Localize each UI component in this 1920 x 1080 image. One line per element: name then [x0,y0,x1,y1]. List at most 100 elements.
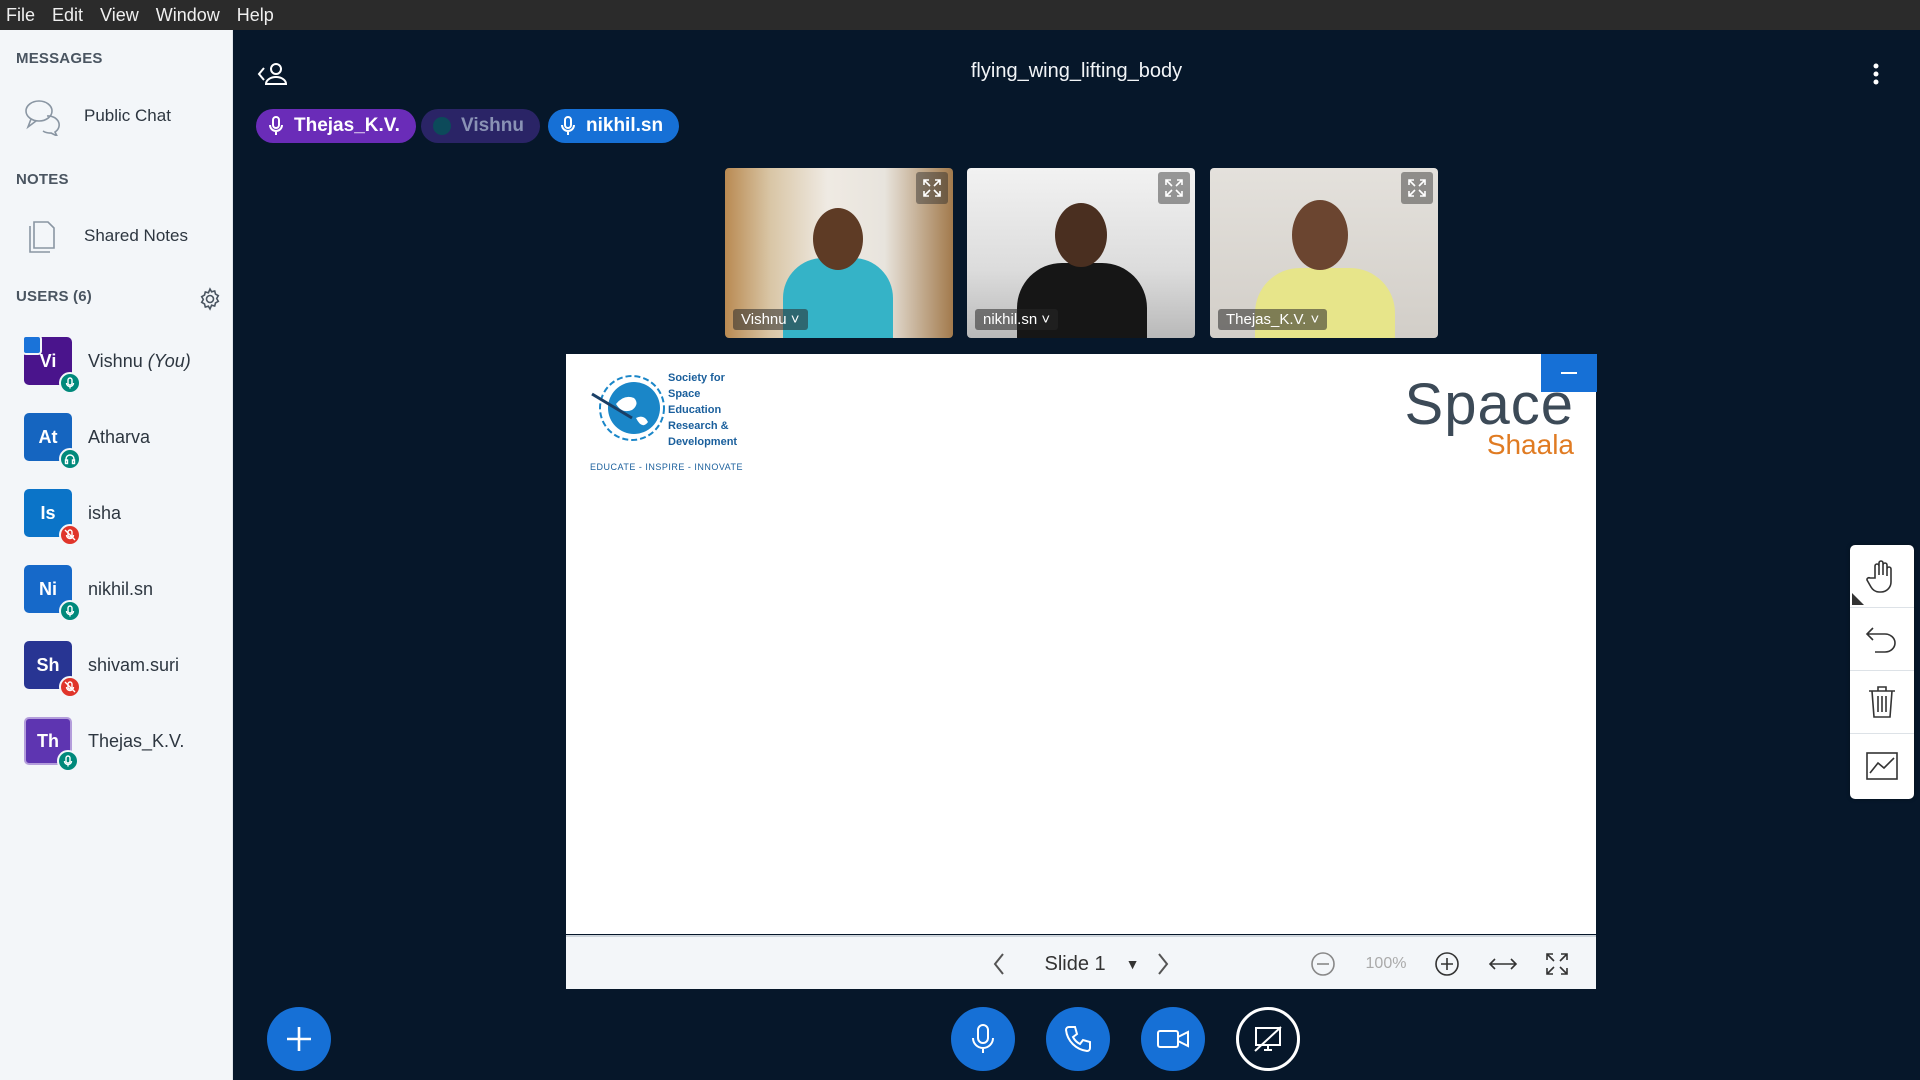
video-camera-icon [1157,1030,1189,1048]
video-name-text: nikhil.sn [983,311,1038,328]
user-name: nikhil.sn [88,578,154,599]
talking-indicator[interactable]: Thejas_K.V. [256,109,416,143]
expand-icon[interactable] [916,172,948,204]
user-row[interactable]: Is isha [24,486,224,546]
sserd-logo: Society for Space Education Research & D… [586,364,756,474]
menu-file[interactable]: File [6,5,35,26]
avatar: Is [24,489,81,546]
user-name: Atharva [88,426,151,447]
person-head [1292,200,1348,270]
microphone-icon [269,116,283,135]
video-tile[interactable]: nikhil.sn ˅ [967,168,1195,338]
talker-name: Thejas_K.V. [294,115,400,136]
options-menu-icon[interactable] [1868,60,1884,88]
fit-width-button[interactable] [1486,937,1520,991]
actions-button[interactable] [267,1007,331,1071]
avatar-initials: Ni [39,578,57,599]
presenter-icon [22,335,42,355]
plus-icon [287,1027,311,1051]
user-row[interactable]: Vi Vishnu (You) [22,334,224,394]
users-heading: USERS (6) [16,288,92,305]
chevron-left-icon [993,953,1004,975]
avatar-initials: Is [40,502,56,523]
globe-logo-icon [591,375,665,441]
slide-select[interactable]: Slide 1 ▼ [1032,937,1152,991]
microphone-icon [59,372,81,394]
person-head [813,208,863,270]
user-row[interactable]: Ni nikhil.sn [24,562,224,622]
avatar: Sh [24,641,81,698]
you-label: (You) [147,350,191,371]
presentation-slide[interactable]: Society for Space Education Research & D… [566,354,1596,934]
fullscreen-icon [1546,953,1568,975]
talking-indicator[interactable]: Vishnu [421,109,540,143]
muted-microphone-icon [59,676,81,698]
shared-notes-item[interactable]: Shared Notes [22,216,188,256]
avatar: Ni [24,565,81,622]
video-tile[interactable]: Vishnu ˅ [725,168,953,338]
expand-icon[interactable] [1401,172,1433,204]
talker-name: nikhil.sn [586,115,664,136]
zoom-out-button[interactable] [1308,937,1338,991]
multi-user-whiteboard-button[interactable] [1850,734,1914,797]
video-camera-button[interactable] [1141,1007,1205,1071]
menu-bar: File Edit View Window Help [0,0,1920,30]
user-row[interactable]: Sh shivam.suri [24,638,224,698]
logo-line: Research & [668,420,729,432]
logo-line: Education [668,404,722,416]
slide-label: Slide 1 [1044,952,1106,975]
public-chat-item[interactable]: Public Chat [22,96,171,136]
zoom-in-button[interactable] [1432,937,1462,991]
fit-width-icon [1488,958,1518,970]
logo-tagline: EDUCATE - INSPIRE - INNOVATE [590,462,744,472]
user-row[interactable]: At Atharva [24,410,224,470]
logo-line: Development [668,436,738,448]
chevron-right-icon [1158,953,1169,975]
leave-audio-button[interactable] [1046,1007,1110,1071]
user-name: Vishnu (You) [88,351,191,372]
headphones-icon [59,448,81,470]
phone-icon [1064,1026,1091,1053]
talking-indicator[interactable]: nikhil.sn [548,109,680,143]
menu-view[interactable]: View [100,5,139,26]
presentation-toolbar: Slide 1 ▼ 100% [566,935,1596,989]
screen-share-button[interactable] [1236,1007,1300,1071]
clear-all-button[interactable] [1850,671,1914,734]
meeting-title: flying_wing_lifting_body [970,60,1183,82]
zoom-in-icon [1435,952,1459,976]
minimize-presentation-button[interactable] [1541,354,1597,392]
status-dot-icon [433,117,451,135]
avatar-initials: Th [37,730,59,751]
screen-share-off-icon [1254,1026,1282,1052]
zoom-level: 100% [1365,955,1407,972]
microphone-icon [972,1024,994,1053]
user-name: isha [88,502,122,523]
undo-icon [1865,627,1896,653]
gear-icon[interactable] [198,287,222,311]
avatar: Th [24,717,79,772]
menu-edit[interactable]: Edit [52,5,83,26]
video-name-label: Vishnu ˅ [733,309,808,330]
talker-name: Vishnu [461,115,524,136]
user-row[interactable]: Th Thejas_K.V. [24,714,224,772]
pan-tool-button[interactable] [1850,545,1914,608]
minus-icon [1561,372,1577,374]
expand-icon[interactable] [1158,172,1190,204]
person-head [1055,203,1107,267]
video-name-label: Thejas_K.V. ˅ [1218,309,1328,330]
menu-window[interactable]: Window [156,5,220,26]
previous-slide-button[interactable] [984,937,1014,991]
chat-icon [25,100,60,136]
avatar-initials: At [38,426,58,447]
notes-heading: NOTES [16,171,69,188]
avatar-initials: Sh [36,654,60,675]
video-tile[interactable]: Thejas_K.V. ˅ [1210,168,1438,338]
user-name: Thejas_K.V. [88,730,185,751]
next-slide-button[interactable] [1148,937,1178,991]
whiteboard-toolbar [1850,545,1914,799]
undo-button[interactable] [1850,608,1914,671]
menu-help[interactable]: Help [237,5,274,26]
zoom-out-icon [1311,952,1335,976]
microphone-button[interactable] [951,1007,1015,1071]
fullscreen-button[interactable] [1542,937,1572,991]
